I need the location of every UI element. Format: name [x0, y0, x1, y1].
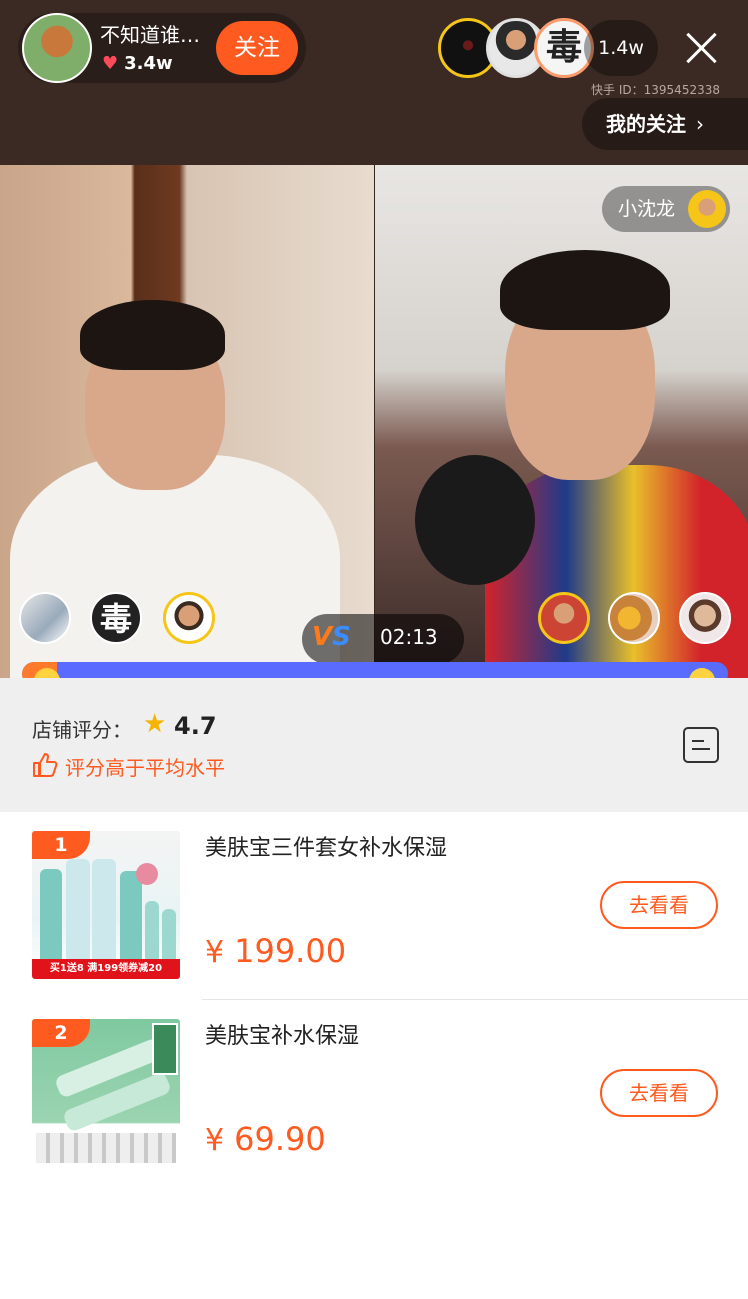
left-person-hair: [80, 300, 225, 370]
flower-decoration: [136, 863, 158, 885]
right-supporter-avatar-1[interactable]: [538, 592, 590, 644]
product-title[interactable]: 美肤宝三件套女补水保湿: [205, 830, 447, 862]
currency-symbol: ¥: [205, 935, 225, 970]
kuaishou-id: 快手 ID：1395452338: [591, 83, 720, 97]
store-rating-note: 评分高于平均水平: [65, 756, 225, 780]
left-supporter-avatar-1[interactable]: [19, 592, 71, 644]
left-supporter-avatar-3[interactable]: [163, 592, 215, 644]
product-bottle: [92, 859, 116, 961]
list-icon[interactable]: [683, 727, 719, 763]
product-bottle: [162, 909, 176, 961]
product-bottle: [40, 869, 62, 961]
product-price: ¥69.90: [205, 1120, 326, 1158]
price-value: 69.90: [234, 1120, 326, 1158]
product-item-2[interactable]: 2 美肤宝补水保湿 去看看 ¥69.90: [0, 1000, 748, 1188]
product-bottle: [120, 871, 142, 961]
product-title[interactable]: 美肤宝补水保湿: [205, 1018, 359, 1050]
vs-icon: VS: [312, 622, 351, 652]
product-thumbnail[interactable]: 1 买1送8 满199领券减20: [32, 831, 180, 979]
vs-letter-s: S: [332, 622, 351, 652]
host-name[interactable]: 不知道谁…: [100, 19, 212, 48]
left-supporter-avatar-2[interactable]: 毒: [90, 592, 142, 644]
right-supporter-avatar-2[interactable]: [608, 592, 660, 644]
live-stream: 不知道谁… ♥ 3.4w 关注 毒 1.4w 快手 ID：1395452338 我…: [0, 0, 748, 678]
heart-icon: ♥: [102, 53, 119, 74]
guest-tag[interactable]: 小沈龙: [602, 186, 730, 232]
pk-timer-bar: VS 02:13: [302, 614, 464, 664]
pk-timer: 02:13: [380, 625, 438, 649]
store-rating-score: 4.7: [174, 712, 217, 740]
promo-strip: 买1送8 满199领券减20: [32, 959, 180, 979]
vs-letter-v: V: [312, 622, 333, 652]
view-product-button[interactable]: 去看看: [600, 1069, 718, 1117]
right-person-hair: [500, 250, 670, 330]
my-follow-label: 我的关注: [606, 112, 686, 136]
host-info[interactable]: 不知道谁… ♥ 3.4w 关注: [18, 13, 306, 83]
my-follow-button[interactable]: 我的关注 ›: [582, 98, 748, 150]
pk-progress-bar: [22, 662, 728, 678]
store-rating-label: 店铺评分：: [32, 718, 132, 742]
host-likes-count: 3.4w: [124, 53, 173, 74]
close-icon[interactable]: [674, 18, 730, 78]
guest-name: 小沈龙: [618, 198, 676, 220]
right-supporter-avatar-3[interactable]: [679, 592, 731, 644]
store-rating-panel: 店铺评分： ★ 4.7 评分高于平均水平: [0, 678, 748, 812]
product-strip: [36, 1133, 176, 1163]
host-avatar[interactable]: [22, 13, 92, 83]
currency-symbol: ¥: [205, 1123, 225, 1158]
product-label-box: [152, 1023, 178, 1075]
product-thumbnail[interactable]: 2: [32, 1019, 180, 1167]
viewer-count[interactable]: 1.4w: [584, 20, 658, 76]
host-likes: ♥ 3.4w: [102, 53, 173, 74]
rank-badge: 2: [32, 1019, 90, 1047]
product-bottle: [66, 859, 90, 961]
price-value: 199.00: [234, 932, 347, 970]
microphone: [415, 455, 535, 585]
thumb-up-icon: [33, 753, 58, 777]
rank-badge: 1: [32, 831, 90, 859]
chevron-right-icon: ›: [696, 112, 704, 136]
star-icon: ★: [143, 709, 167, 739]
product-price: ¥199.00: [205, 932, 346, 970]
follow-button[interactable]: 关注: [216, 21, 298, 75]
view-product-button[interactable]: 去看看: [600, 881, 718, 929]
guest-avatar: [688, 190, 726, 228]
product-item-1[interactable]: 1 买1送8 满199领券减20 美肤宝三件套女补水保湿 去看看 ¥199.00: [0, 812, 748, 1000]
product-bottle: [145, 901, 159, 961]
